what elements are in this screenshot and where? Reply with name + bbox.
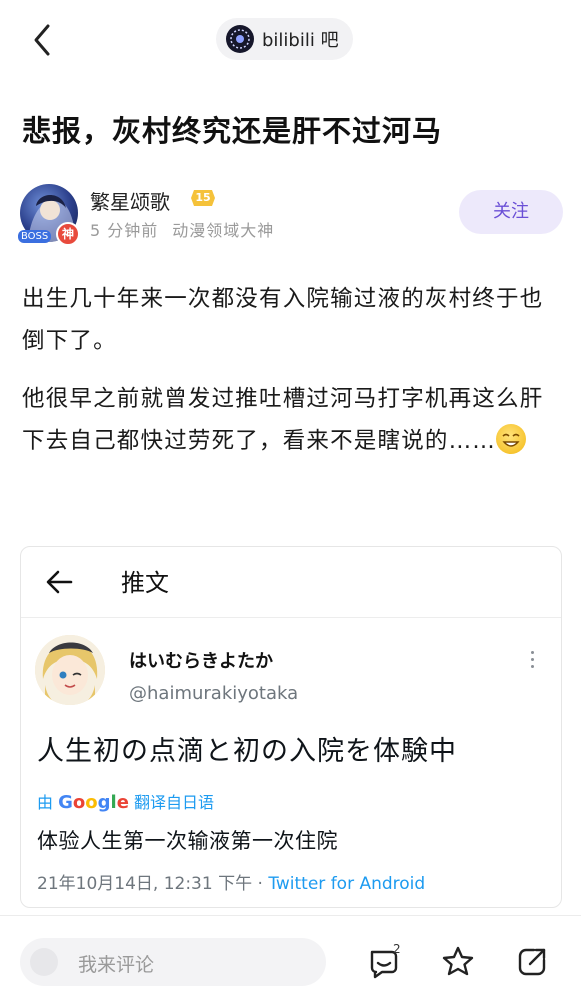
- author-name[interactable]: 繁星颂歌: [90, 186, 170, 215]
- god-badge: 神: [56, 222, 80, 246]
- arrow-left-icon: [46, 570, 73, 594]
- author-row: BOSS 神 繁星颂歌 15 5 分钟前 动漫领域大神 关注: [18, 180, 563, 252]
- translate-attribution[interactable]: 由 Google 翻译自日语: [37, 789, 214, 813]
- post-content: 出生几十年来一次都没有入院输过液的灰村终于也倒下了。 他很早之前就曾发过推吐槽过…: [22, 278, 567, 478]
- author-role: 动漫领域大神: [172, 221, 275, 240]
- tweet-header: 推文: [21, 547, 561, 618]
- grin-emoji-icon: [496, 424, 527, 454]
- level-badge: 15: [190, 188, 216, 208]
- tweet-timestamp: 21年10月14日, 12:31 下午 ·: [37, 874, 269, 894]
- comment-placeholder: 我来评论: [78, 954, 155, 976]
- translated-text: 体验人生第一次输液第一次住院: [37, 829, 338, 853]
- forum-logo-icon: [226, 25, 254, 53]
- avatar-badge: BOSS: [18, 230, 52, 243]
- level-value: 15: [195, 191, 211, 204]
- share-button[interactable]: [514, 944, 550, 980]
- post-paragraph-1: 出生几十年来一次都没有入院输过液的灰村终于也倒下了。: [22, 286, 544, 354]
- tweet-text: 人生初の点滴と初の入院を体験中: [37, 736, 457, 767]
- tweet-card[interactable]: 推文 はいむらきよたか @haimurakiyotaka 人生初の点滴と初の入院…: [20, 546, 562, 908]
- chevron-left-icon: [34, 24, 50, 56]
- tweet-back-button[interactable]: [45, 569, 73, 595]
- translate-suffix: 翻译自日语: [134, 793, 215, 812]
- favorite-button[interactable]: [440, 944, 476, 980]
- top-bar: bilibili 吧: [0, 0, 581, 80]
- google-logo-text: Google: [58, 792, 129, 813]
- tweet-source-link[interactable]: Twitter for Android: [268, 874, 425, 894]
- share-icon: [518, 948, 546, 976]
- tweet-display-name[interactable]: はいむらきよたか: [129, 647, 273, 673]
- comment-input[interactable]: 我来评论: [20, 938, 326, 986]
- post-paragraph-2: 他很早之前就曾发过推吐槽过河马打字机再这么肝下去自己都快过劳死了，看来不是瞎说的…: [22, 378, 567, 462]
- more-options-icon[interactable]: [527, 651, 537, 671]
- forum-name: bilibili 吧: [262, 30, 339, 51]
- back-button[interactable]: [26, 20, 62, 60]
- author-meta: 5 分钟前 动漫领域大神: [90, 217, 274, 241]
- forum-link[interactable]: bilibili 吧: [216, 18, 353, 60]
- tweet-author-avatar[interactable]: [35, 635, 105, 705]
- translate-prefix: 由: [37, 793, 54, 812]
- tweet-timestamp-row: 21年10月14日, 12:31 下午 · Twitter for Androi…: [37, 869, 425, 894]
- follow-button[interactable]: 关注: [459, 190, 563, 234]
- post-paragraph-2-text: 他很早之前就曾发过推吐槽过河马打字机再这么肝下去自己都快过劳死了，看来不是瞎说的…: [22, 386, 544, 454]
- comment-count: 2: [393, 942, 401, 956]
- post-title: 悲报，灰村终究还是肝不过河马: [22, 114, 443, 148]
- user-avatar-placeholder: [30, 948, 58, 976]
- post-time: 5 分钟前: [90, 221, 159, 240]
- bottom-bar: 我来评论 2: [0, 915, 581, 1001]
- tweet-handle[interactable]: @haimurakiyotaka: [129, 683, 298, 704]
- star-icon: [442, 946, 474, 976]
- tweet-header-title: 推文: [121, 569, 169, 597]
